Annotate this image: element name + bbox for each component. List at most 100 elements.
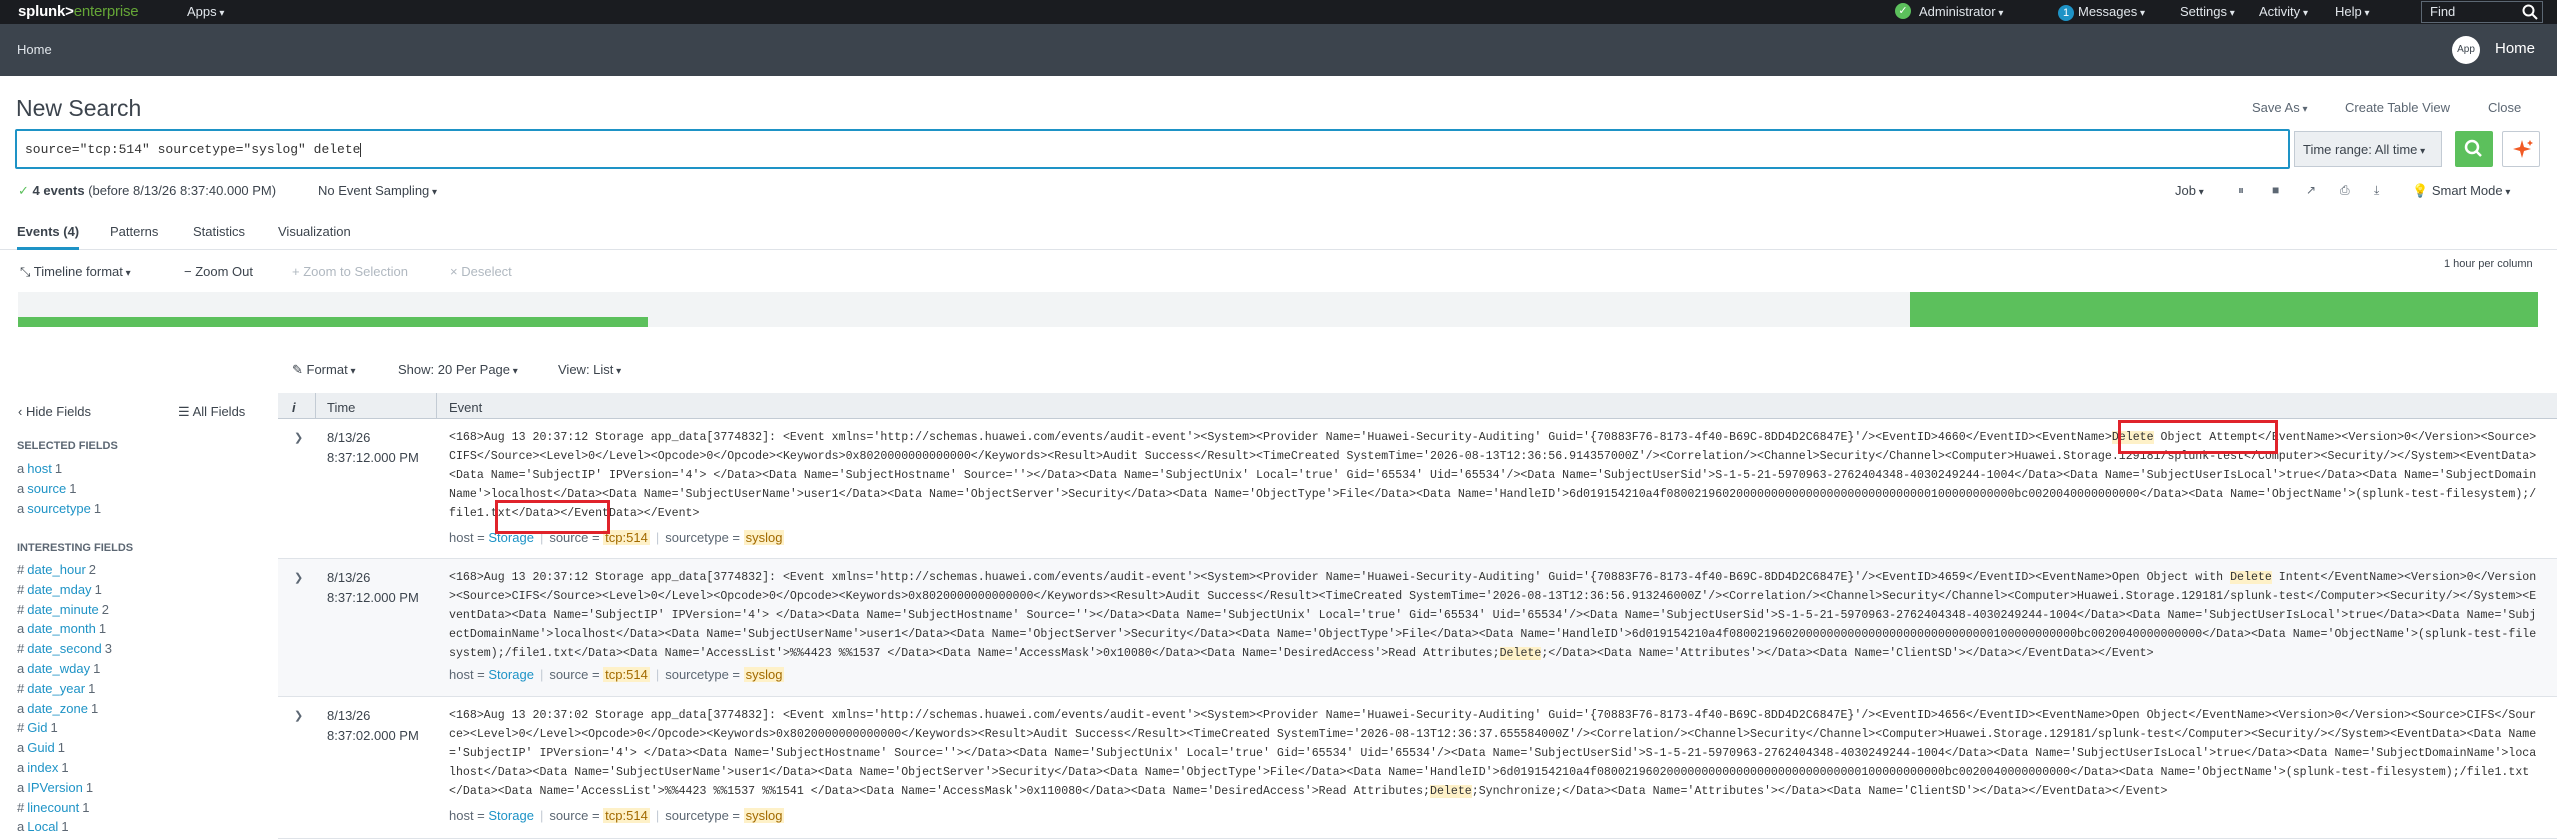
field-item-host[interactable]: a host 1	[17, 461, 62, 476]
event-time[interactable]: 8/13/26 8:37:12.000 PM	[327, 568, 427, 608]
app-home-link[interactable]: Home	[2495, 40, 2535, 57]
field-item-date_minute[interactable]: # date_minute 2	[17, 602, 109, 617]
search-submit-button[interactable]	[2455, 131, 2493, 167]
event-raw-text[interactable]: <168>Aug 13 20:37:12 Storage app_data[37…	[449, 568, 2543, 663]
per-page-dropdown[interactable]: Show: 20 Per Page	[398, 362, 518, 377]
field-item-date_wday[interactable]: a date_wday 1	[17, 661, 100, 676]
field-count: 1	[54, 461, 63, 476]
meta-separator: |	[539, 667, 544, 682]
expand-chevron-icon[interactable]: ❯	[294, 571, 303, 584]
field-item-gid[interactable]: # Gid 1	[17, 720, 58, 735]
meta-source-label: source =	[549, 667, 604, 682]
save-as-button[interactable]: Save As	[2252, 100, 2308, 115]
home-nav-link[interactable]: Home	[17, 42, 52, 57]
expand-chevron-icon[interactable]: ❯	[294, 709, 303, 722]
event-raw-text[interactable]: <168>Aug 13 20:37:02 Storage app_data[37…	[449, 706, 2543, 801]
field-item-date_hour[interactable]: # date_hour 2	[17, 562, 96, 577]
activity-menu[interactable]: Activity	[2259, 4, 2308, 19]
event-text-segment: <168>Aug 13 20:37:12 Storage app_data[37…	[449, 431, 2112, 444]
ai-assistant-button[interactable]	[2502, 131, 2540, 167]
timeline-event-column[interactable]	[1910, 292, 2538, 327]
zoom-to-selection-button[interactable]: + Zoom to Selection	[292, 264, 408, 279]
interesting-fields-heading: INTERESTING FIELDS	[17, 542, 134, 554]
field-item-date_zone[interactable]: a date_zone 1	[17, 701, 98, 716]
meta-source-value[interactable]: tcp:514	[603, 808, 650, 823]
tab-patterns[interactable]: Patterns	[110, 224, 158, 239]
tab-visualization[interactable]: Visualization	[278, 224, 351, 239]
pause-icon[interactable]: ⏸	[2238, 183, 2252, 197]
settings-menu[interactable]: Settings	[2180, 4, 2235, 19]
field-item-source[interactable]: a source 1	[17, 481, 77, 496]
messages-menu[interactable]: 1 Messages	[2058, 4, 2145, 21]
splunk-logo[interactable]: splunk>enterprise	[18, 3, 139, 20]
user-menu[interactable]: Administrator	[1919, 4, 2003, 19]
app-badge-icon[interactable]: App	[2452, 36, 2480, 64]
timeline-format-dropdown[interactable]: ⤡ Timeline format	[20, 264, 131, 280]
field-item-date_year[interactable]: # date_year 1	[17, 681, 95, 696]
field-name: Local	[27, 819, 59, 835]
field-item-linecount[interactable]: # linecount 1	[17, 800, 90, 815]
hide-fields-button[interactable]: ‹ Hide Fields	[18, 404, 91, 419]
time-range-picker[interactable]: Time range: All time	[2294, 131, 2442, 167]
view-dropdown[interactable]: View: List	[558, 362, 621, 377]
print-icon[interactable]: ⎙	[2340, 183, 2354, 197]
meta-sourcetype-value[interactable]: syslog	[743, 667, 785, 682]
health-ok-icon[interactable]: ✓	[1895, 3, 1911, 19]
deselect-label: Deselect	[461, 264, 512, 279]
apps-menu[interactable]: Apps	[187, 4, 224, 19]
create-table-view-button[interactable]: Create Table View	[2345, 100, 2450, 115]
field-type-icon: a	[17, 481, 25, 496]
search-term-highlight[interactable]: Delete	[1430, 785, 1472, 798]
stop-icon[interactable]: ■	[2272, 183, 2286, 197]
event-time[interactable]: 8/13/26 8:37:12.000 PM	[327, 428, 427, 468]
field-item-index[interactable]: a index 1	[17, 760, 69, 775]
format-dropdown[interactable]: ✎ Format	[292, 362, 356, 378]
export-icon[interactable]: ⤓	[2374, 183, 2388, 197]
field-count: 1	[82, 799, 90, 815]
meta-sourcetype-value[interactable]: syslog	[743, 808, 785, 823]
event-sampling-dropdown[interactable]: No Event Sampling	[318, 183, 437, 198]
field-item-date_second[interactable]: # date_second 3	[17, 641, 112, 656]
search-term-highlight[interactable]: Delete	[2230, 571, 2272, 584]
deselect-button[interactable]: × Deselect	[450, 264, 512, 279]
tab-events[interactable]: Events (4)	[17, 224, 80, 250]
field-type-icon: a	[17, 779, 25, 795]
tab-statistics[interactable]: Statistics	[193, 224, 245, 239]
meta-source-value[interactable]: tcp:514	[603, 667, 650, 682]
field-type-icon: a	[17, 740, 25, 756]
event-clock-time: 8:37:12.000 PM	[327, 450, 419, 465]
meta-sourcetype-value[interactable]: syslog	[743, 530, 785, 545]
chevron-left-icon: ‹	[18, 404, 26, 419]
field-count: 1	[57, 740, 65, 756]
meta-host-value[interactable]: Storage	[488, 667, 534, 682]
search-mode-dropdown[interactable]: 💡 Smart Mode	[2412, 183, 2510, 199]
event-clock-time: 8:37:12.000 PM	[327, 590, 419, 605]
field-count: 1	[88, 680, 96, 696]
zoom-out-button[interactable]: − Zoom Out	[184, 264, 253, 279]
meta-host-value[interactable]: Storage	[488, 808, 534, 823]
expand-chevron-icon[interactable]: ❯	[294, 431, 303, 444]
field-item-guid[interactable]: a Guid 1	[17, 740, 65, 755]
field-item-ipversion[interactable]: a IPVersion 1	[17, 780, 93, 795]
help-menu[interactable]: Help	[2335, 4, 2370, 19]
job-menu[interactable]: Job	[2175, 183, 2204, 198]
field-item-sourcetype[interactable]: a sourcetype 1	[17, 501, 101, 516]
meta-source-value[interactable]: tcp:514	[603, 530, 650, 545]
meta-host-label: host =	[449, 808, 489, 823]
search-term-highlight[interactable]: Delete	[1499, 647, 1542, 660]
search-query-input[interactable]: source="tcp:514" sourcetype="syslog" del…	[15, 129, 2290, 169]
event-time[interactable]: 8/13/26 8:37:02.000 PM	[327, 706, 427, 746]
field-item-date_mday[interactable]: # date_mday 1	[17, 582, 102, 597]
search-status: ✓ 4 events (before 8/13/26 8:37:40.000 P…	[18, 183, 276, 199]
find-input[interactable]: Find	[2421, 1, 2543, 23]
timeline-range-bar[interactable]	[18, 317, 648, 327]
field-item-local[interactable]: a Local 1	[17, 819, 69, 834]
column-time[interactable]: Time	[327, 400, 355, 415]
field-item-date_month[interactable]: a date_month 1	[17, 621, 106, 636]
all-fields-button[interactable]: ☰ All Fields	[178, 404, 245, 420]
field-name: date_second	[27, 641, 102, 657]
field-name: date_year	[27, 680, 86, 696]
share-icon[interactable]: ↗	[2306, 183, 2320, 197]
column-event[interactable]: Event	[449, 400, 482, 415]
close-button[interactable]: Close	[2488, 100, 2521, 115]
